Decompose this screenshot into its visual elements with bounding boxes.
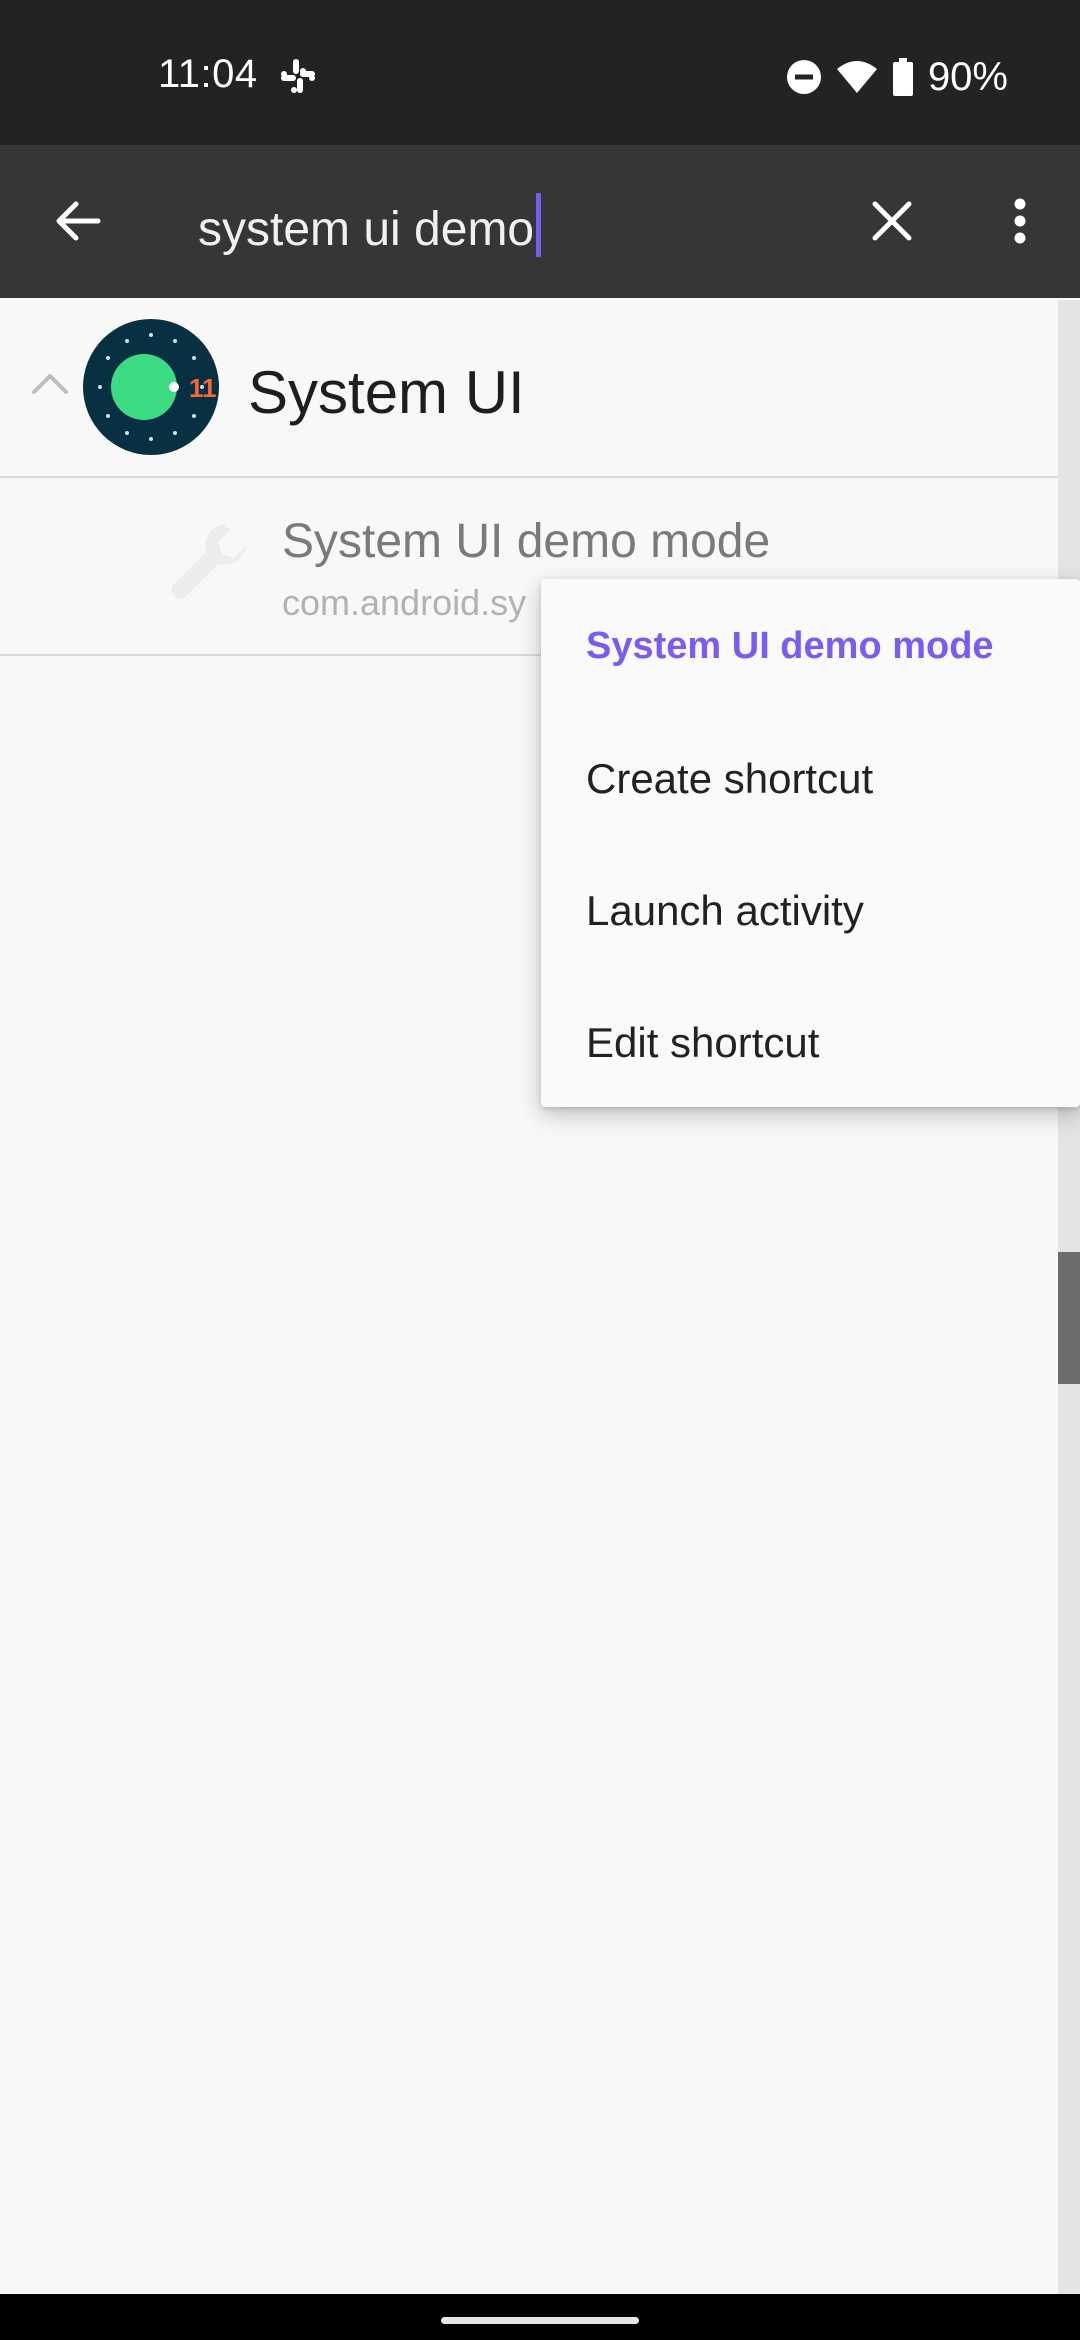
navigation-bar xyxy=(0,2294,1080,2340)
back-arrow-icon xyxy=(56,201,101,241)
list-group-row[interactable]: 11 System UI xyxy=(0,298,1080,478)
menu-header: System UI demo mode xyxy=(586,625,994,667)
context-menu: System UI demo mode Create shortcut Laun… xyxy=(541,579,1080,1107)
clear-search-button[interactable] xyxy=(858,187,926,255)
back-button[interactable] xyxy=(44,187,112,255)
status-bar: 11:04 90% xyxy=(0,0,1080,145)
menu-item-label: Edit shortcut xyxy=(586,1019,820,1066)
text-cursor xyxy=(536,193,542,257)
android-11-icon: 11 xyxy=(83,319,219,455)
do-not-disturb-icon xyxy=(786,60,821,94)
wifi-icon xyxy=(836,61,877,93)
menu-item-create-shortcut[interactable]: Create shortcut xyxy=(541,711,1080,843)
wrench-icon xyxy=(171,524,246,599)
item-package: com.android.sy xyxy=(282,582,527,623)
item-title: System UI demo mode xyxy=(282,515,771,568)
group-title: System UI xyxy=(248,359,525,426)
search-input-value: system ui demo xyxy=(198,203,535,256)
status-time: 11:04 xyxy=(158,52,258,96)
battery-icon xyxy=(892,58,913,96)
menu-item-edit-shortcut[interactable]: Edit shortcut xyxy=(541,975,1080,1107)
svg-text:11: 11 xyxy=(189,373,217,403)
more-vert-icon xyxy=(1014,198,1026,244)
menu-item-label: Launch activity xyxy=(586,887,864,934)
overflow-menu-button[interactable] xyxy=(990,187,1050,255)
slack-icon xyxy=(281,59,315,93)
menu-item-label: Create shortcut xyxy=(586,755,874,802)
chevron-up-icon[interactable] xyxy=(30,368,70,398)
search-input[interactable]: system ui demo xyxy=(198,193,542,257)
home-gesture-handle[interactable] xyxy=(441,2317,639,2324)
search-toolbar: system ui demo xyxy=(0,145,1080,298)
menu-item-launch-activity[interactable]: Launch activity xyxy=(541,843,1080,975)
status-indicators: 90% xyxy=(786,52,1008,102)
clear-icon xyxy=(872,201,912,241)
scrollbar-thumb[interactable] xyxy=(1058,1252,1080,1384)
battery-percent: 90% xyxy=(927,54,1008,99)
